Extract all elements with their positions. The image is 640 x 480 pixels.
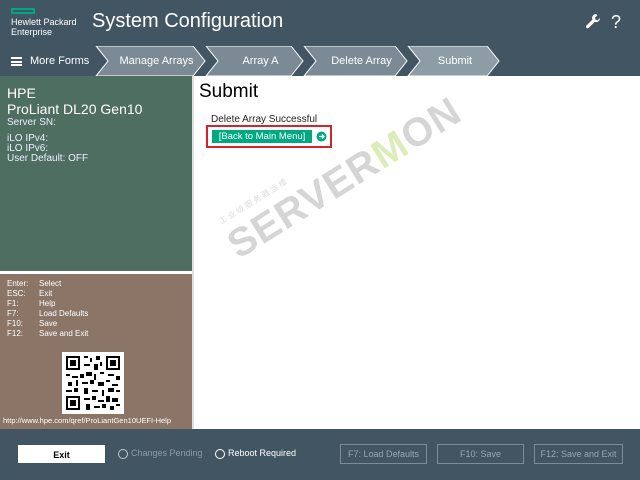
changes-pending-radio [118, 449, 128, 459]
exit-button[interactable]: Exit [18, 445, 105, 463]
shortcut-action: Help [39, 299, 56, 308]
shortcut-key: F12: [7, 329, 24, 338]
content-divider [192, 76, 194, 429]
reboot-required-radio [215, 449, 225, 459]
shortcut-action: Load Defaults [39, 309, 89, 318]
shortcut-key: F10: [7, 319, 24, 328]
more-forms-label: More Forms [30, 55, 90, 67]
crumb-submit[interactable]: Submit [416, 46, 494, 76]
help-url-link[interactable]: http://www.hpe.com/qref/ProLiantGen10UEF… [3, 416, 171, 425]
load-defaults-button[interactable]: F7: Load Defaults [340, 444, 427, 464]
crumb-array-a[interactable]: Array A [218, 46, 303, 76]
shortcut-key: F1: [7, 299, 19, 308]
changes-pending-label: Changes Pending [131, 448, 203, 458]
help-icon[interactable]: ? [611, 11, 621, 33]
save-button[interactable]: F10: Save [437, 444, 524, 464]
shortcut-key: F7: [7, 309, 19, 318]
crumb-delete-array[interactable]: Delete Array [316, 46, 407, 76]
save-and-exit-button[interactable]: F12: Save and Exit [534, 444, 623, 464]
shortcut-key: Enter: [7, 279, 29, 288]
hamburger-icon [11, 57, 22, 66]
qr-code-icon [62, 352, 124, 414]
user-default: User Default: OFF [7, 153, 89, 164]
page-title: Submit [199, 81, 259, 102]
header-bar: Hewlett Packard Enterprise System Config… [0, 0, 640, 46]
app-title: System Configuration [92, 10, 284, 32]
shortcut-action: Select [39, 279, 62, 288]
shortcut-action: Exit [39, 289, 53, 298]
shortcuts-panel: Enter: Select ESC: Exit F1: Help F7: Loa… [0, 274, 192, 429]
brand-line2: Enterprise [11, 27, 53, 37]
shortcut-action: Save [39, 319, 58, 328]
hpe-logo-icon [11, 8, 35, 14]
reboot-required-label: Reboot Required [228, 448, 297, 458]
shortcut-action: Save and Exit [39, 329, 89, 338]
back-to-main-menu-link[interactable]: [Back to Main Menu] [212, 130, 312, 143]
arrow-circle-icon[interactable] [316, 131, 327, 142]
crumb-manage-arrays[interactable]: Manage Arrays [108, 46, 205, 76]
vendor-name: HPE [7, 85, 36, 101]
brand-line1: Hewlett Packard [11, 17, 77, 27]
more-forms-button[interactable]: More Forms [0, 46, 96, 76]
wrench-icon[interactable] [585, 13, 601, 31]
server-model: ProLiant DL20 Gen10 [7, 101, 143, 117]
shortcut-key: ESC: [7, 289, 26, 298]
system-info-panel: HPE ProLiant DL20 Gen10 Server SN: iLO I… [0, 76, 192, 271]
server-sn: Server SN: [7, 117, 56, 128]
